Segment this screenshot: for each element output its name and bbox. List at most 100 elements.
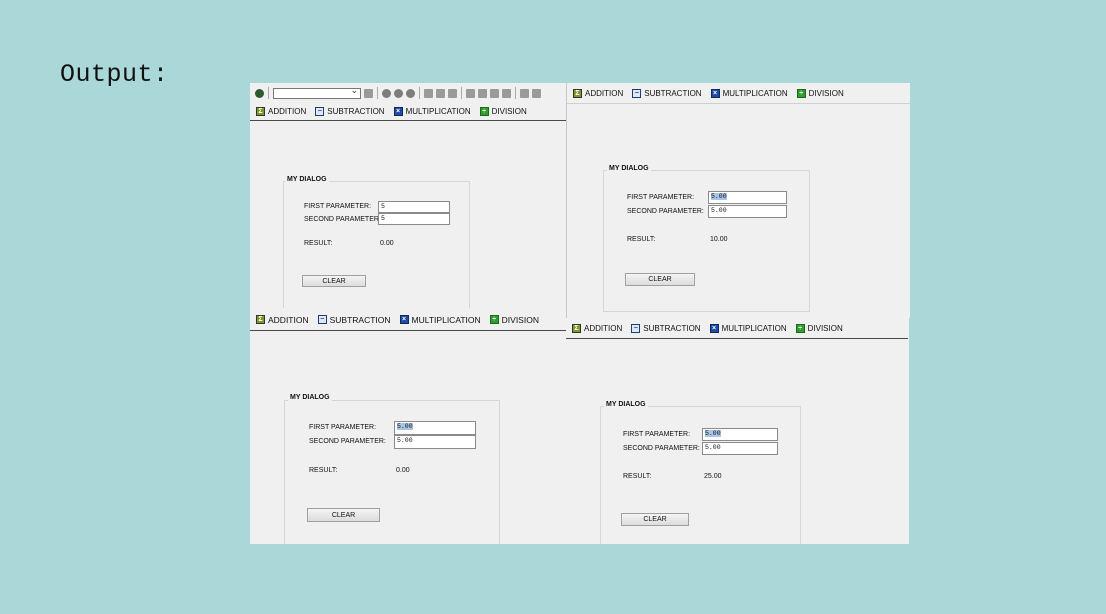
cut-icon[interactable] xyxy=(466,88,475,98)
tab-label: DIVISION xyxy=(491,107,527,116)
window-icon[interactable] xyxy=(520,88,529,98)
panel-bottom-left: Σ ADDITION − SUBTRACTION × MULTIPLICATION ÷… xyxy=(250,308,566,544)
sigma-icon: Σ xyxy=(256,107,265,116)
back-icon[interactable] xyxy=(382,88,391,98)
tab-addition[interactable]: Σ ADDITION xyxy=(256,315,309,325)
clear-button[interactable]: CLEAR xyxy=(302,275,366,287)
result-label: RESULT: xyxy=(304,240,333,247)
clear-button[interactable]: CLEAR xyxy=(625,273,695,286)
tab-multiplication[interactable]: × MULTIPLICATION xyxy=(709,323,787,333)
tab-addition[interactable]: Σ ADDITION xyxy=(256,107,306,116)
tab-addition[interactable]: Σ ADDITION xyxy=(573,89,623,98)
paste-icon[interactable] xyxy=(490,88,499,98)
tab-multiplication[interactable]: × MULTIPLICATION xyxy=(399,314,481,325)
tab-label: MULTIPLICATION xyxy=(721,323,787,333)
tab-division[interactable]: ÷ DIVISION xyxy=(479,107,527,116)
sigma-icon: Σ xyxy=(256,315,265,324)
tab-multiplication[interactable]: × MULTIPLICATION xyxy=(710,89,788,98)
tab-addition[interactable]: Σ ADDITION xyxy=(572,323,623,333)
find-icon[interactable] xyxy=(436,88,445,98)
tab-label: SUBTRACTION xyxy=(644,89,702,98)
tab-multiplication[interactable]: × MULTIPLICATION xyxy=(393,107,471,116)
second-parameter-input[interactable]: 5.00 xyxy=(702,442,778,455)
copy-icon[interactable] xyxy=(478,88,487,98)
multiply-icon: × xyxy=(710,89,720,98)
multiply-icon: × xyxy=(709,323,719,333)
clear-button[interactable]: CLEAR xyxy=(307,508,380,522)
tab-subtraction[interactable]: − SUBTRACTION xyxy=(315,107,385,116)
toolbar-separator xyxy=(419,87,420,99)
subtract-icon: − xyxy=(631,323,641,333)
document-icon[interactable] xyxy=(424,88,433,98)
dialog-title: MY DIALOG xyxy=(285,176,329,183)
multiply-icon: × xyxy=(393,107,403,116)
second-parameter-input[interactable]: 5.00 xyxy=(394,435,476,449)
checkmark-icon[interactable] xyxy=(255,88,264,98)
tab-label: SUBTRACTION xyxy=(327,107,385,116)
result-label: RESULT: xyxy=(623,473,652,480)
tab-label: ADDITION xyxy=(584,323,623,333)
stop-icon[interactable] xyxy=(406,88,415,98)
print-icon[interactable] xyxy=(502,88,511,98)
first-parameter-input[interactable]: 5 xyxy=(378,201,450,213)
toolbar-separator xyxy=(268,87,269,99)
tab-label: ADDITION xyxy=(268,107,307,116)
dialog-title: MY DIALOG xyxy=(607,165,651,172)
tab-division[interactable]: ÷ DIVISION xyxy=(489,314,539,325)
clear-button[interactable]: CLEAR xyxy=(621,513,689,526)
first-parameter-input[interactable]: 5.00 xyxy=(394,421,476,435)
first-parameter-label: FIRST PARAMETER: xyxy=(309,424,377,431)
tab-division[interactable]: ÷ DIVISION xyxy=(795,323,843,333)
first-parameter-input[interactable]: 5.00 xyxy=(702,428,778,441)
toolbar-separator xyxy=(515,87,516,99)
tab-subtraction[interactable]: − SUBTRACTION xyxy=(632,89,702,98)
tab-label: DIVISION xyxy=(501,314,539,325)
result-value: 0.00 xyxy=(380,240,394,247)
refresh-icon[interactable] xyxy=(394,88,403,98)
tab-subtraction[interactable]: − SUBTRACTION xyxy=(317,314,391,325)
tab-division[interactable]: ÷ DIVISION xyxy=(796,89,844,98)
divide-icon: ÷ xyxy=(489,315,499,324)
result-value: 10.00 xyxy=(710,236,728,243)
dialog-title: MY DIALOG xyxy=(288,394,332,401)
tab-label: DIVISION xyxy=(808,89,844,98)
save-icon[interactable] xyxy=(364,88,373,98)
first-parameter-label: FIRST PARAMETER: xyxy=(627,194,695,201)
tab-bar: Σ ADDITION − SUBTRACTION × MULTIPLICATION ÷… xyxy=(567,84,910,104)
toolbar xyxy=(250,83,566,103)
second-parameter-label: SECOND PARAMETER: xyxy=(309,438,386,445)
toolbar-separator xyxy=(377,87,378,99)
tab-label: ADDITION xyxy=(268,314,309,325)
first-parameter-label: FIRST PARAMETER: xyxy=(623,431,691,438)
subtract-icon: − xyxy=(315,107,325,116)
second-parameter-label: SECOND PARAMETER: xyxy=(304,216,381,223)
second-parameter-input[interactable]: 5.00 xyxy=(708,205,787,218)
toolbar-combo[interactable] xyxy=(273,85,361,99)
result-label: RESULT: xyxy=(309,467,338,474)
tab-bar: Σ ADDITION − SUBTRACTION × MULTIPLICATION ÷… xyxy=(250,309,566,331)
selected-text: 5.00 xyxy=(711,193,727,200)
tab-subtraction[interactable]: − SUBTRACTION xyxy=(631,323,701,333)
tab-label: ADDITION xyxy=(585,89,624,98)
replace-icon[interactable] xyxy=(448,88,457,98)
subtract-icon: − xyxy=(317,315,327,324)
multiply-icon: × xyxy=(399,315,409,324)
second-parameter-label: SECOND PARAMETER: xyxy=(627,208,704,215)
selected-text: 5.00 xyxy=(705,430,721,437)
tab-label: SUBTRACTION xyxy=(329,314,391,325)
divide-icon: ÷ xyxy=(796,89,806,98)
settings-icon[interactable] xyxy=(532,88,541,98)
panel-top-left: ΣADDITION −SUBTRACTION ×MULTIPLICATION ÷… xyxy=(250,83,568,313)
second-parameter-label: SECOND PARAMETER: xyxy=(623,445,700,452)
dialog-title: MY DIALOG xyxy=(604,401,648,408)
tab-label: DIVISION xyxy=(807,323,843,333)
second-parameter-input[interactable]: 5 xyxy=(378,213,450,225)
result-label: RESULT: xyxy=(627,236,656,243)
tab-label: MULTIPLICATION xyxy=(411,314,481,325)
selected-text: 5.00 xyxy=(397,423,413,430)
divide-icon: ÷ xyxy=(795,323,805,333)
tab-label: MULTIPLICATION xyxy=(722,89,788,98)
toolbar-separator xyxy=(461,87,462,99)
first-parameter-input[interactable]: 5.00 xyxy=(708,191,787,204)
sigma-icon: Σ xyxy=(573,89,582,98)
